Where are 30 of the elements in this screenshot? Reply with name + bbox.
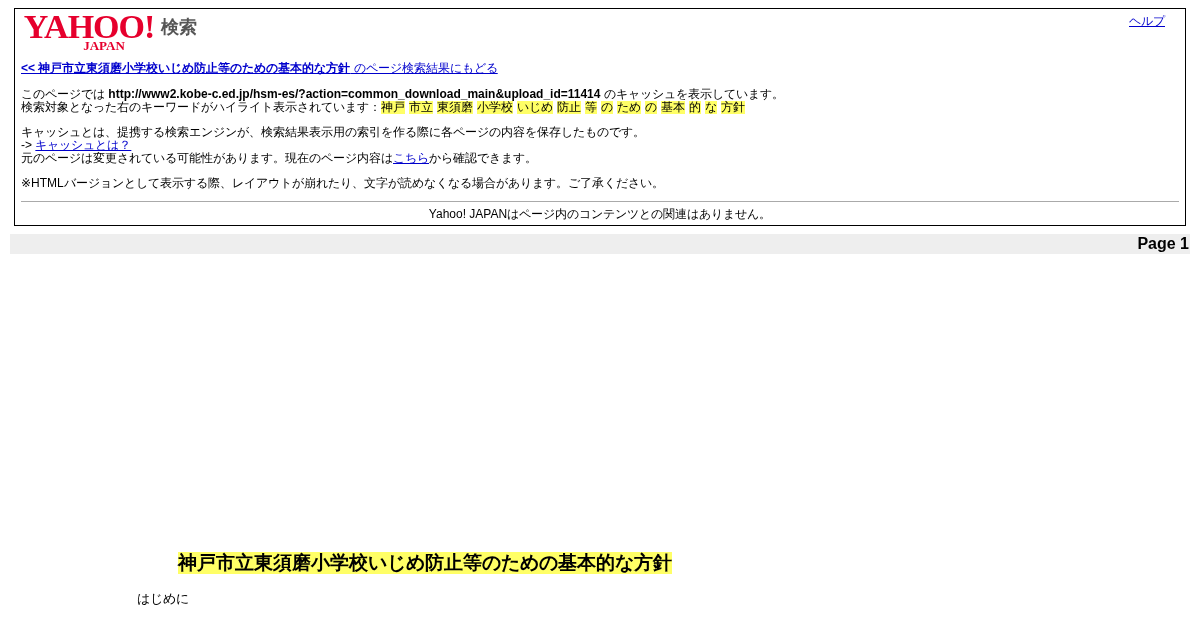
highlighted-keyword: ため xyxy=(617,101,641,114)
highlighted-keyword: 防止 xyxy=(557,101,581,114)
highlighted-keyword: 東須磨 xyxy=(437,101,473,114)
highlighted-keyword: 基本 xyxy=(661,101,685,114)
page-number-label: Page 1 xyxy=(1137,235,1189,253)
current-page-link[interactable]: こちら xyxy=(393,151,429,165)
logo-label: 検索 xyxy=(161,16,197,38)
keyword-intro-text: 検索対象となった右のキーワードがハイライト表示されています： xyxy=(21,101,381,114)
highlighted-keyword: の xyxy=(601,101,613,114)
highlighted-keyword: 的 xyxy=(689,101,701,114)
logo-subtitle: JAPAN xyxy=(83,40,125,51)
highlighted-keyword: 市立 xyxy=(409,101,433,114)
highlighted-keyword: の xyxy=(645,101,657,114)
arrow-text: -> xyxy=(21,138,32,152)
highlighted-keyword: 等 xyxy=(585,101,597,114)
help-link[interactable]: ヘルプ xyxy=(1129,15,1165,28)
about-cache-link[interactable]: キャッシュとは？ xyxy=(35,138,132,152)
highlighted-keyword: 神戸 xyxy=(381,101,405,114)
highlighted-keyword: いじめ xyxy=(517,101,553,114)
logo-wordmark: YAHOO! xyxy=(23,14,155,40)
document-title: 神戸市立東須磨小学校いじめ防止等のための基本的な方針 xyxy=(178,552,672,574)
page-change-note: 元のページは変更されている可能性があります。現在のページ内容はこちらから確認できます。 xyxy=(21,152,538,165)
highlighted-keyword: 方針 xyxy=(721,101,745,114)
disclaimer-text: Yahoo! JAPANはページ内のコンテンツとの関連はありません。 xyxy=(428,207,772,221)
cache-explanation-text: キャッシュとは、提携する検索エンジンが、検索結果表示用の索引を作る際に各ページの内容を保存したものです。 xyxy=(21,126,646,139)
document-paragraph: はじめに xyxy=(137,590,190,608)
highlighted-keyword: 小学校 xyxy=(477,101,513,114)
highlighted-keyword: な xyxy=(705,101,717,114)
html-version-notice: ※HTMLバージョンとして表示する際、レイアウトが崩れたり、文字が読めなくなる場合があります。ご了承ください。 xyxy=(21,177,665,190)
cache-source-text: このページでは http://www2.kobe-c.ed.jp/hsm-es/?action=common_download_main&upload_id=11414 のキャッシュを表示しています。 xyxy=(21,87,784,101)
